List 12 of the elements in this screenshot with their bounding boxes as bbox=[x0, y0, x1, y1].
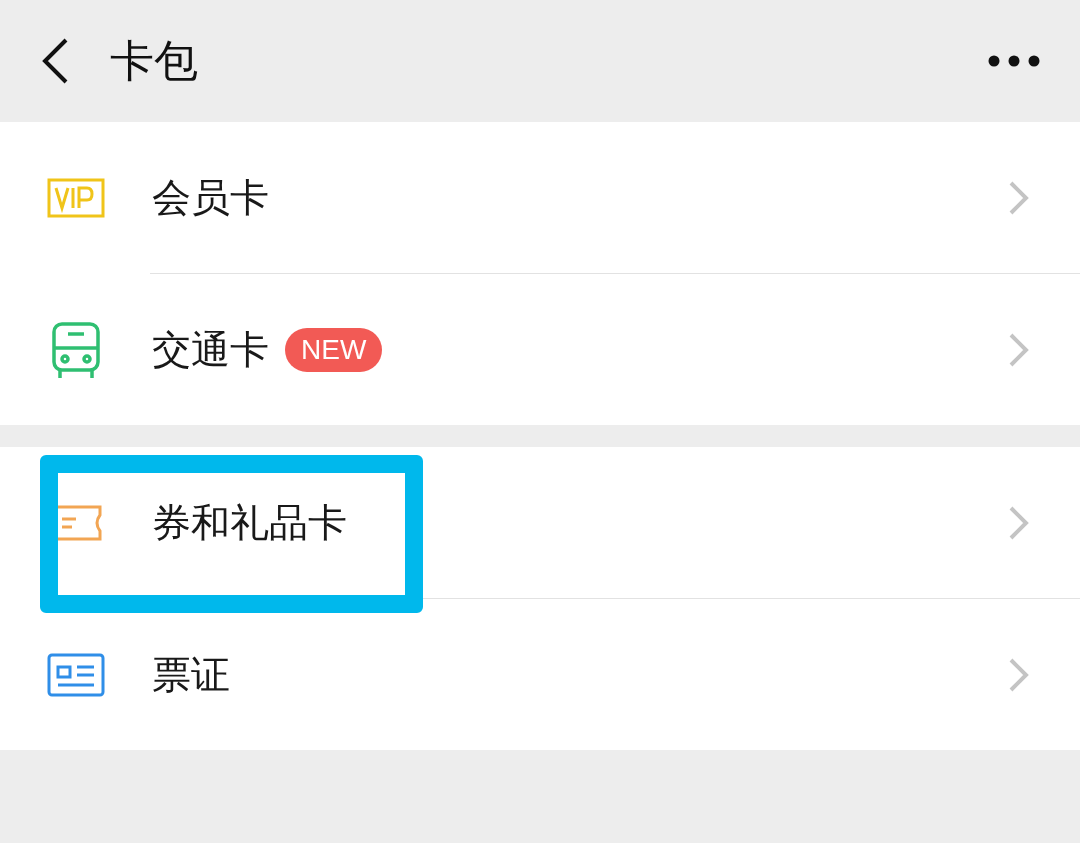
item-label: 交通卡 bbox=[152, 325, 269, 374]
list-item[interactable]: 交通卡 NEW bbox=[0, 274, 1080, 425]
item-label: 票证 bbox=[152, 650, 230, 699]
list-item[interactable]: 票证 bbox=[0, 599, 1080, 750]
page-title: 卡包 bbox=[110, 33, 199, 88]
list-item[interactable]: 券和礼品卡 bbox=[0, 447, 1080, 598]
back-icon[interactable] bbox=[40, 36, 70, 86]
list-item[interactable]: 会员卡 bbox=[0, 122, 1080, 273]
new-badge: NEW bbox=[285, 327, 383, 372]
item-label: 券和礼品卡 bbox=[152, 498, 347, 547]
more-icon[interactable] bbox=[988, 55, 1040, 67]
item-label: 会员卡 bbox=[152, 173, 269, 222]
